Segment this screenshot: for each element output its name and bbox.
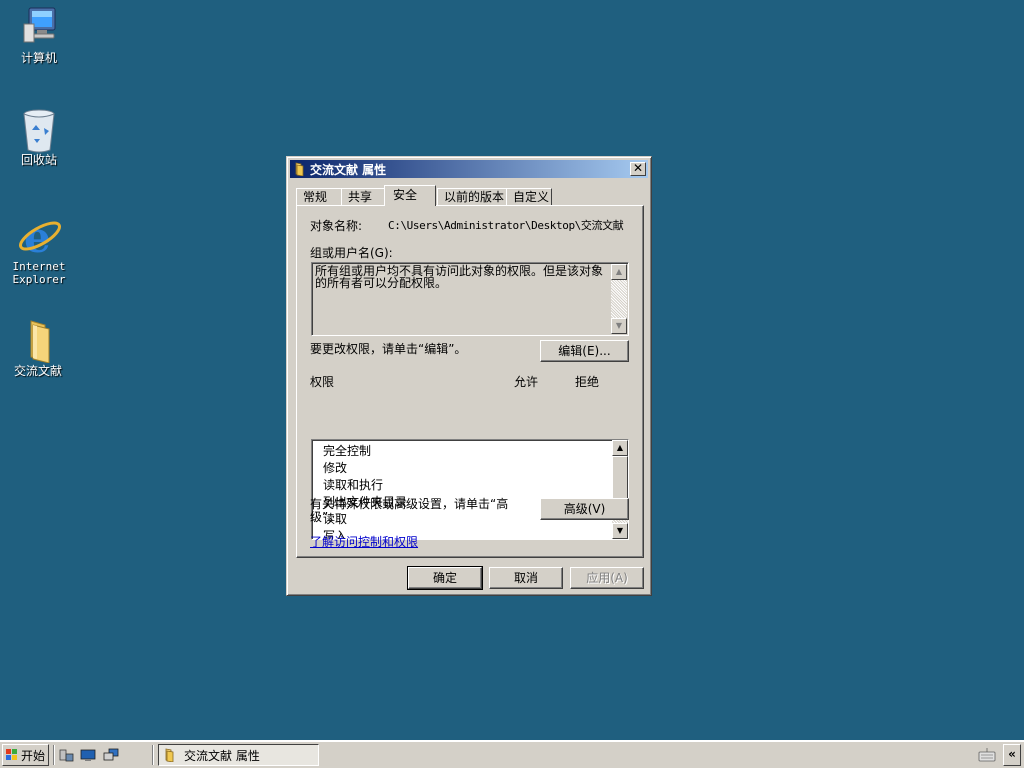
tab-sharing[interactable]: 共享 [341,188,387,206]
learn-more-link[interactable]: 了解访问控制和权限 [310,533,418,550]
object-name-value: C:\Users\Administrator\Desktop\交流文献 [388,219,624,232]
security-tab-panel: 对象名称: C:\Users\Administrator\Desktop\交流文… [296,205,644,558]
properties-dialog: 交流文献 属性 ✕ 常规 共享 安全 以前的版本 自定义 对象名称: C:\Us… [286,156,652,596]
tab-general[interactable]: 常规 [296,188,342,206]
folder-icon [165,748,174,762]
permission-item: 完全控制 [323,444,372,458]
dialog-title: 交流文献 属性 [310,162,387,177]
group-list-scrollbar[interactable]: ▲ ▼ [611,264,627,334]
internet-explorer-icon: e [16,212,62,262]
folder-icon [295,162,304,176]
tab-customize[interactable]: 自定义 [506,188,552,206]
tab-strip: 常规 共享 安全 以前的版本 自定义 [296,185,552,206]
start-label: 开始 [21,748,46,763]
deny-header: 拒绝 [575,375,600,389]
scroll-up-button[interactable]: ▲ [611,264,627,280]
taskbar-separator [152,745,154,765]
permissions-header: 权限 [310,375,335,389]
recycle-bin-icon [16,106,62,153]
scroll-down-button[interactable]: ▼ [612,523,628,539]
permission-item: 修改 [323,461,348,475]
group-user-message: 所有组或用户均不具有访问此对象的权限。但是该对象的所有者可以分配权限。 [315,264,604,290]
windows-logo-icon [6,749,17,760]
permissions-items: 完全控制 修改 读取和执行 列出文件夹目录 读取 写入 [323,443,407,539]
desktop-icon-computer[interactable]: 计算机 [1,4,77,65]
object-name-row: 对象名称: C:\Users\Administrator\Desktop\交流文… [310,217,635,234]
desktop-icon-label: 计算机 [20,51,57,65]
edit-hint: 要更改权限，请单击“编辑”。 [310,342,467,356]
switch-windows-icon[interactable] [103,748,119,762]
keyboard-icon[interactable] [978,747,996,763]
close-icon: ✕ [632,161,644,175]
ok-button[interactable]: 确定 [407,566,483,590]
title-bar[interactable]: 交流文献 属性 ✕ [290,160,648,178]
start-button[interactable]: 开始 [2,744,49,766]
scroll-up-button[interactable]: ▲ [612,440,628,456]
desktop-icon-internet-explorer[interactable]: e Internet Explorer [1,212,77,286]
desktop-icon-label: 交流文献 [13,364,62,378]
apply-button[interactable]: 应用(A) [570,567,644,589]
tab-security[interactable]: 安全 [384,185,436,206]
task-button-properties[interactable]: 交流文献 属性 [158,744,319,766]
advanced-hint: 有关特殊权限或高级设置，请单击“高级”。 [310,497,509,524]
show-desktop-icon[interactable] [80,748,96,762]
close-button[interactable]: ✕ [630,162,646,176]
cancel-button[interactable]: 取消 [489,567,563,589]
group-user-list[interactable]: 所有组或用户均不具有访问此对象的权限。但是该对象的所有者可以分配权限。 ▲ ▼ [311,262,629,336]
folder-icon [15,317,61,364]
edit-button[interactable]: 编辑(E)... [540,340,629,362]
tab-previous-versions[interactable]: 以前的版本 [437,188,507,206]
advanced-button[interactable]: 高级(V) [540,498,629,520]
computer-icon [16,4,62,50]
taskbar: 开始 交流文献 属性 [0,740,1024,768]
tray-expand-button[interactable]: « [1003,744,1021,766]
object-name-label: 对象名称: [310,219,363,233]
taskbar-separator [53,745,55,765]
allow-header: 允许 [514,375,539,389]
permissions-scrollbar[interactable]: ▲ ▼ [612,440,628,539]
group-user-label: 组或用户名(G): [310,246,393,260]
desktop-icon-recycle-bin[interactable]: 回收站 [1,106,77,167]
scroll-down-button[interactable]: ▼ [611,318,627,334]
server-manager-icon[interactable] [58,748,74,762]
desktop-icon-label: Internet [12,260,66,273]
task-button-label: 交流文献 属性 [184,748,260,763]
desktop-icon-label: Explorer [12,273,66,286]
chevron-left-icon: « [1008,747,1016,761]
permissions-list[interactable]: 完全控制 修改 读取和执行 列出文件夹目录 读取 写入 ▲ ▼ [311,439,629,540]
permission-item: 读取和执行 [323,478,384,492]
desktop-icon-folder[interactable]: 交流文献 [0,317,76,378]
